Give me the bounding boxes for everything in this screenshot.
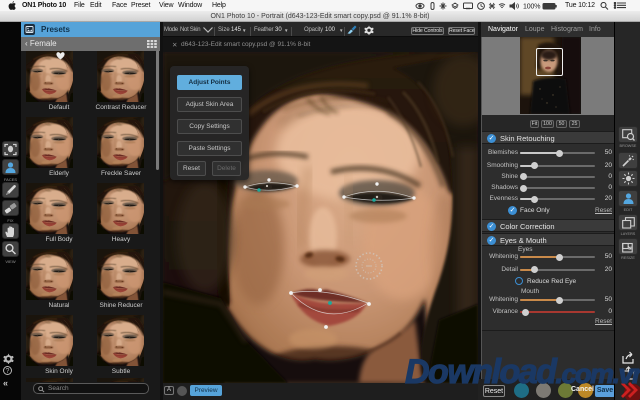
svg-text:100%: 100% (523, 4, 540, 11)
